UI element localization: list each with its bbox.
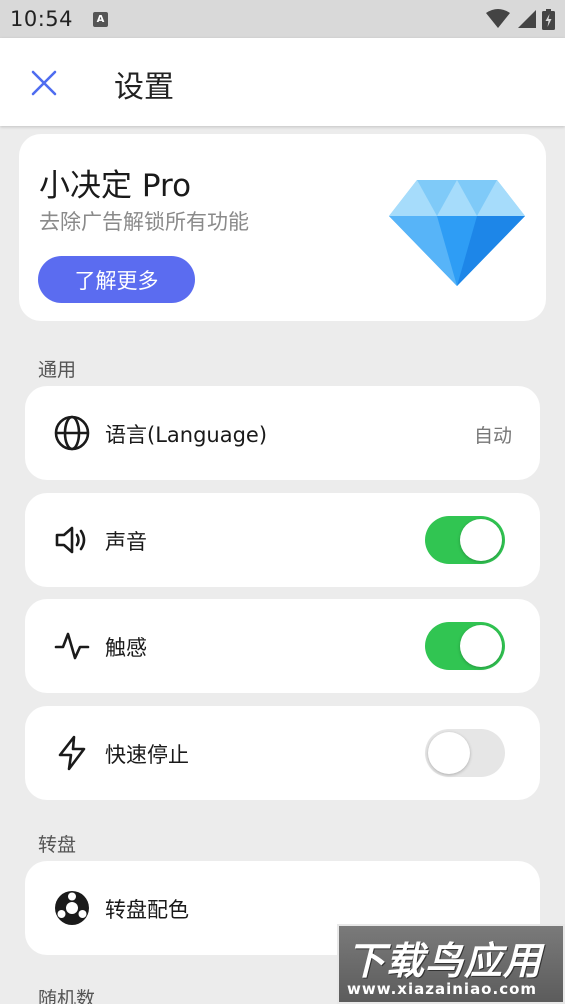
status-bar: 10:54 A (0, 0, 565, 38)
speaker-icon (53, 521, 91, 559)
learn-more-button[interactable]: 了解更多 (38, 256, 195, 303)
pro-upgrade-card: 小决定 Pro 去除广告解锁所有功能 了解更多 (19, 134, 546, 321)
wifi-icon (486, 9, 510, 28)
haptics-toggle[interactable] (425, 622, 505, 670)
pulse-icon (53, 627, 91, 665)
globe-icon (53, 414, 91, 452)
toggle-knob (460, 519, 502, 561)
app-bar: 设置 (0, 38, 565, 126)
status-time: 10:54 (10, 7, 74, 31)
pro-subtitle: 去除广告解锁所有功能 (39, 210, 249, 234)
language-value: 自动 (473, 425, 512, 447)
close-icon (31, 70, 57, 96)
quick-stop-toggle[interactable] (425, 729, 505, 777)
signal-icon (518, 10, 536, 28)
toggle-knob (460, 625, 502, 667)
settings-screen: 10:54 A 设置 小决定 Pro 去除广告解锁所有功能 了解更多 通用 语言… (0, 0, 565, 1004)
section-label-wheel: 转盘 (38, 834, 77, 856)
watermark-title: 下载鸟应用 (347, 939, 543, 983)
toggle-knob (428, 732, 470, 774)
setting-row-sound: 声音 (25, 493, 540, 587)
status-icons (486, 8, 555, 30)
wheel-colors-label: 转盘配色 (105, 898, 189, 922)
setting-row-language[interactable]: 语言(Language) 自动 (25, 386, 540, 480)
page-title: 设置 (114, 70, 174, 105)
section-label-random: 随机数 (38, 988, 96, 1004)
sound-label: 声音 (105, 530, 147, 554)
language-label: 语言(Language) (105, 423, 268, 447)
pro-title: 小决定 Pro (39, 168, 192, 204)
quick-stop-label: 快速停止 (105, 743, 189, 767)
setting-row-haptics: 触感 (25, 599, 540, 693)
section-label-general: 通用 (38, 359, 77, 381)
haptics-label: 触感 (105, 636, 147, 660)
diamond-icon (389, 180, 525, 286)
watermark-logo: 下载鸟应用 www.xiazainiao.com (337, 924, 565, 1004)
keyboard-indicator-icon: A (93, 11, 109, 27)
palette-icon (53, 889, 91, 927)
close-button[interactable] (27, 66, 61, 100)
setting-row-quick-stop: 快速停止 (25, 706, 540, 800)
sound-toggle[interactable] (425, 516, 505, 564)
battery-charging-icon (542, 8, 555, 30)
lightning-icon (53, 734, 91, 772)
watermark-url: www.xiazainiao.com (347, 980, 538, 998)
